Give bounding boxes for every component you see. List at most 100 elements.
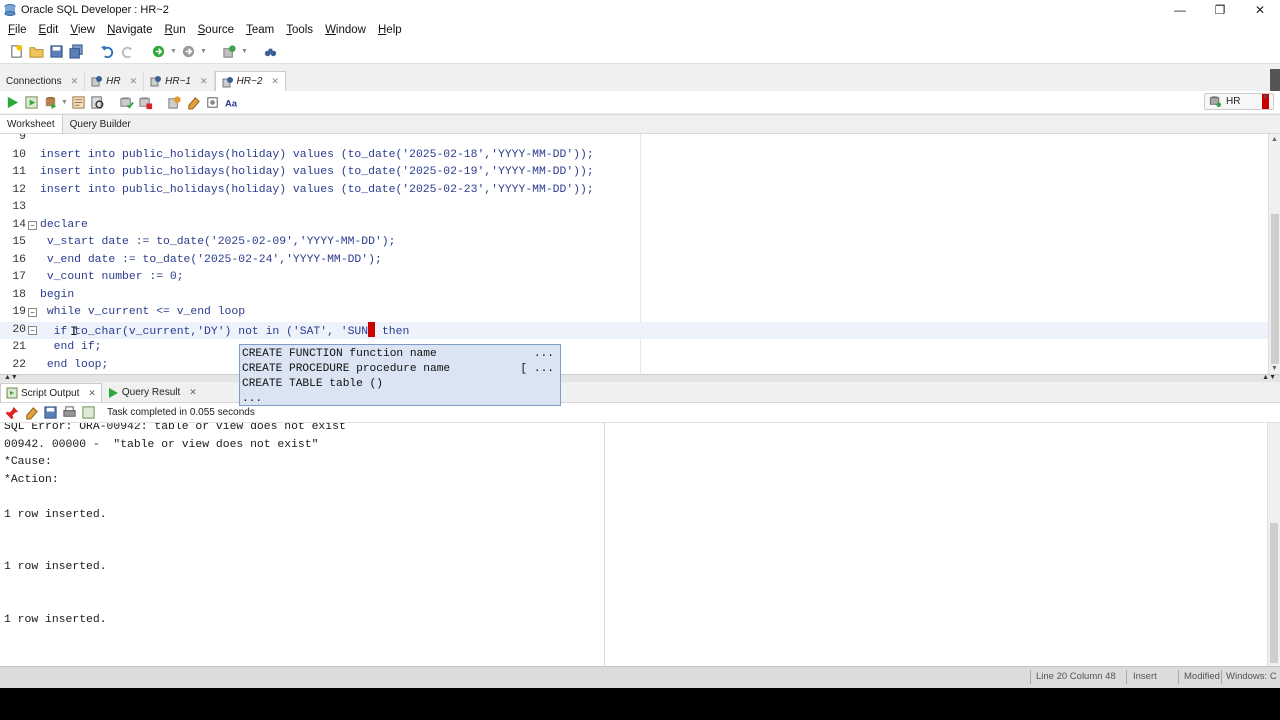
sql-tuning-icon[interactable] [89,94,106,111]
line-ending-indicator: Windows: C [1226,671,1277,682]
menu-run[interactable]: Run [159,24,192,36]
autocomplete-item[interactable]: CREATE FUNCTION function name... [240,347,560,362]
commit-icon[interactable] [118,94,135,111]
menu-view[interactable]: View [64,24,101,36]
sql-worksheet-icon[interactable] [221,43,238,60]
close-icon[interactable]: ✕ [200,76,208,87]
print-icon[interactable] [61,404,78,421]
title-bar: Oracle SQL Developer : HR~2 — ❐ ✕ [0,0,1280,20]
scrollbar-thumb[interactable] [1271,214,1279,364]
menu-window[interactable]: Window [319,24,372,36]
scroll-down-icon[interactable]: ▼ [1271,365,1278,372]
code-line[interactable]: 17 v_count number := 0; [0,269,1268,287]
tab-connections[interactable]: Connections ✕ [0,71,86,91]
code-line[interactable]: 20− if to_char(v_current,'DY') not in ('… [0,321,1268,339]
scrollbar-thumb[interactable] [1270,523,1278,663]
autocomplete-item[interactable]: CREATE PROCEDURE procedure name[ ... [240,362,560,377]
code-line[interactable]: 11 insert into public_holidays(holiday) v… [0,164,1268,182]
tab-hr-1[interactable]: HR~1 ✕ [144,71,215,91]
code-line[interactable]: 18 begin [0,287,1268,305]
tab-hr-2[interactable]: HR~2 ✕ [214,71,286,91]
code-line[interactable]: 21 end if; [0,339,1268,357]
tab-worksheet[interactable]: Worksheet [0,115,63,133]
code-line[interactable]: 10 insert into public_holidays(holiday) v… [0,147,1268,165]
clear-eraser-icon[interactable] [185,94,202,111]
tab-label: HR~1 [165,75,191,87]
autocomplete-item[interactable]: CREATE TABLE table () [240,377,560,392]
menu-team[interactable]: Team [240,24,280,36]
panel-splitter[interactable]: ▲▼ ▲▼ [0,374,1280,382]
code-line[interactable]: 22 end loop; [0,357,1268,375]
menu-navigate[interactable]: Navigate [101,24,158,36]
code-line[interactable]: 16 v_end date := to_date('2025-02-24','Y… [0,252,1268,270]
close-icon[interactable]: ✕ [271,76,279,87]
sql-history-icon[interactable] [166,94,183,111]
open-folder-icon[interactable] [28,43,45,60]
code-line[interactable]: 15 v_start date := to_date('2025-02-09',… [0,234,1268,252]
fold-toggle-icon[interactable]: − [28,308,37,317]
collapse-arrows-icon[interactable]: ▲▼ [1262,374,1276,381]
restore-button[interactable]: ❐ [1200,0,1240,20]
new-file-icon[interactable] [8,43,25,60]
worksheet-dropdown-icon[interactable]: ▼ [241,43,248,60]
autocomplete-item[interactable]: ... [240,392,560,407]
undo-icon[interactable] [99,43,116,60]
line-number: 18 [12,288,26,301]
tab-hr[interactable]: HR ✕ [85,71,145,91]
tab-script-output[interactable]: Script Output ✕ [0,383,102,402]
back-dropdown-icon[interactable]: ▼ [170,43,177,60]
menu-edit[interactable]: Edit [33,24,65,36]
run-script-icon[interactable] [23,94,40,111]
tab-query-builder[interactable]: Query Builder [63,115,138,133]
connection-select[interactable]: HR ▼ [1204,93,1274,110]
close-icon[interactable]: ✕ [88,388,96,399]
code-line[interactable]: 14− declare [0,217,1268,235]
pin-icon[interactable] [4,404,21,421]
save-icon[interactable] [42,404,59,421]
code-line[interactable]: 12 insert into public_holidays(holiday) v… [0,182,1268,200]
menu-help[interactable]: Help [372,24,408,36]
menu-tools[interactable]: Tools [280,24,319,36]
close-icon[interactable]: ✕ [130,76,138,87]
code-text: begin [40,288,75,301]
status-separator [1030,670,1031,684]
minimize-button[interactable]: — [1160,0,1200,20]
code-line[interactable]: 13 [0,199,1268,217]
fold-toggle-icon[interactable]: − [28,220,37,230]
tab-query-result[interactable]: Query Result ✕ [102,383,202,402]
sql-editor[interactable]: 9 10 insert into public_holidays(holiday) … [0,134,1268,374]
forward-icon[interactable] [180,43,197,60]
fold-toggle-icon[interactable]: − [28,325,37,335]
clear-eraser-icon[interactable] [23,404,40,421]
code-line[interactable]: 9 [0,134,1268,147]
binoculars-icon[interactable] [262,43,279,60]
output-document-icon[interactable] [80,404,97,421]
scroll-up-icon[interactable]: ▲ [1271,136,1278,143]
output-line: 1 row inserted. [4,561,107,573]
script-output-panel[interactable]: SQL Error: ORA-00942: table or view does… [0,423,1268,666]
unshared-worksheet-icon[interactable] [204,94,221,111]
close-icon[interactable]: ✕ [189,387,197,398]
collapse-arrows-icon[interactable]: ▲▼ [4,374,18,381]
back-icon[interactable] [150,43,167,60]
save-all-icon[interactable] [68,43,85,60]
autotrace-dropdown-icon[interactable]: ▼ [61,94,68,111]
close-icon[interactable]: ✕ [71,76,79,87]
editor-tab-strip: Connections ✕ HR ✕ HR~1 ✕ HR~2 ✕ [0,69,1280,91]
run-statement-icon[interactable] [4,94,21,111]
explain-plan-icon[interactable] [70,94,87,111]
redo-icon[interactable] [119,43,136,60]
editor-scrollbar[interactable]: ▲ ▼ [1268,134,1280,374]
output-scrollbar[interactable] [1268,423,1280,666]
format-case-icon[interactable]: Aa [223,94,240,111]
forward-dropdown-icon[interactable]: ▼ [200,43,207,60]
code-line[interactable]: 19− while v_current <= v_end loop [0,304,1268,322]
rollback-icon[interactable] [137,94,154,111]
autotrace-icon[interactable] [42,94,59,111]
menu-source[interactable]: Source [192,24,240,36]
close-window-button[interactable]: ✕ [1240,0,1280,20]
output-line: *Cause: [4,456,52,468]
save-icon[interactable] [48,43,65,60]
output-line: 1 row inserted. [4,613,107,626]
menu-file[interactable]: File [2,24,33,36]
